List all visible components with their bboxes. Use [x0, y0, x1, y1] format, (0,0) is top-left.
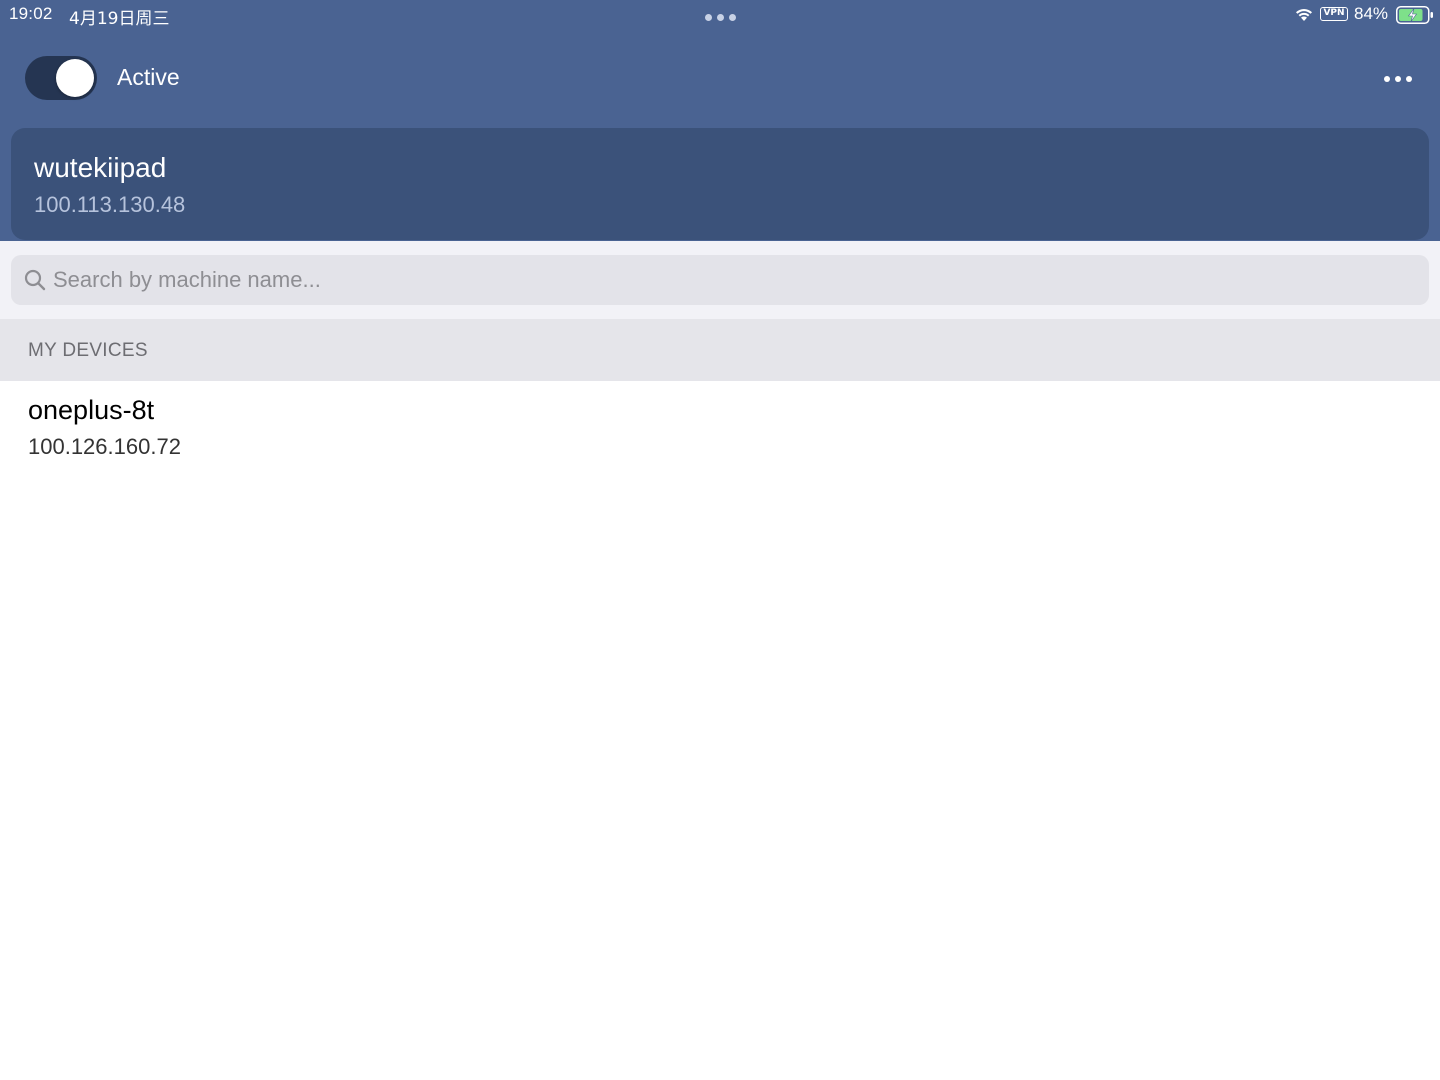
- device-ip: 100.126.160.72: [28, 434, 181, 459]
- active-toggle[interactable]: [25, 56, 97, 100]
- status-bar: 19:02 4月19日周三 VPN 84%: [0, 0, 1440, 30]
- search-field[interactable]: [11, 255, 1429, 305]
- this-device-card[interactable]: wutekiipad 100.113.130.48: [11, 128, 1429, 240]
- this-device-name: wutekiipad: [34, 152, 167, 183]
- search-input[interactable]: [53, 255, 1413, 305]
- multitasking-handle[interactable]: [705, 14, 737, 22]
- section-header-my-devices: MY DEVICES: [0, 319, 1440, 381]
- more-options-button[interactable]: [1378, 66, 1418, 92]
- toggle-knob: [56, 59, 94, 97]
- status-date: 4月19日周三: [69, 9, 170, 29]
- active-toggle-label: Active: [117, 64, 180, 90]
- device-name: oneplus-8t: [28, 395, 155, 425]
- this-device-ip: 100.113.130.48: [34, 192, 186, 217]
- vpn-badge: VPN: [1320, 7, 1348, 21]
- battery-percentage: 84%: [1354, 4, 1389, 23]
- wifi-icon: [1296, 9, 1312, 21]
- status-time: 19:02: [9, 4, 53, 23]
- section-title: MY DEVICES: [28, 340, 148, 361]
- battery-charging-icon: [1396, 6, 1433, 24]
- ellipsis-icon: [1384, 76, 1390, 82]
- search-area: [0, 241, 1440, 319]
- app-header: 19:02 4月19日周三 VPN 84% Active wutekiipad …: [0, 0, 1440, 241]
- search-icon: [24, 269, 46, 291]
- device-row[interactable]: oneplus-8t 100.126.160.72: [0, 381, 1440, 473]
